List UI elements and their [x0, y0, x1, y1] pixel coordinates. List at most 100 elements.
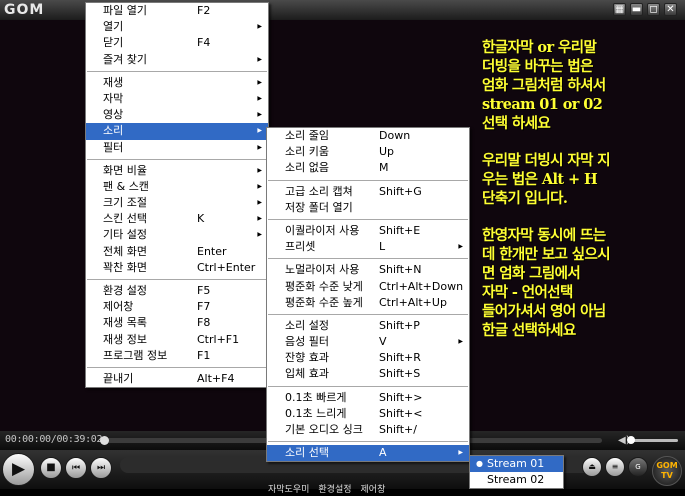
main-menu-item[interactable]: 영상 ▶ — [86, 107, 268, 123]
sound-menu-item[interactable]: 이퀄라이저 사용 Shift+E — [267, 223, 469, 239]
submenu-arrow-icon: ▶ — [257, 23, 262, 31]
main-menu-item[interactable]: 팬 & 스캔 ▶ — [86, 179, 268, 195]
eject-button[interactable]: ⏏ — [582, 457, 602, 477]
main-menu-item[interactable]: 전체 화면 Enter — [86, 244, 268, 260]
subtitle-line: 면 엄화 그림에서 — [482, 265, 581, 282]
minimize-button[interactable]: ▬ — [630, 3, 643, 16]
sound-menu-item[interactable]: 소리 선택 A ▶ — [267, 445, 469, 462]
sound-menu-item[interactable]: 소리 없음 M — [267, 160, 469, 176]
gomtv-button[interactable]: GOM TV — [652, 456, 682, 486]
sound-menu-item[interactable]: 소리 키움 Up — [267, 144, 469, 160]
menu-item-shortcut: K — [197, 212, 205, 226]
subtitle-gap — [482, 133, 682, 151]
submenu-arrow-icon: ▶ — [257, 94, 262, 102]
menu-item-shortcut: F2 — [197, 4, 211, 17]
sound-menu-item[interactable]: 평준화 수준 높게 Ctrl+Alt+Up — [267, 295, 469, 311]
menu-item-label: 프리셋 — [285, 240, 316, 254]
subtitle-line: 한글자막 or 우리말 — [482, 39, 597, 56]
menu-item-label: 프로그램 정보 — [103, 348, 168, 362]
main-menu-item[interactable]: 크기 조절 ▶ — [86, 195, 268, 211]
gom-menu-button[interactable]: G — [628, 457, 648, 477]
main-menu-item[interactable]: 닫기 F4 — [86, 35, 268, 51]
menu-item-label: 즐겨 찾기 — [103, 52, 147, 66]
menu-item-label: 꽉찬 화면 — [103, 260, 147, 274]
next-button[interactable]: ⏭ — [90, 457, 112, 479]
main-menu-item[interactable]: 열기 ▶ — [86, 19, 268, 35]
submenu-arrow-icon: ▶ — [257, 111, 262, 119]
subtitle-gap — [482, 208, 682, 226]
main-menu-item[interactable]: 환경 설정 F5 — [86, 283, 268, 299]
menu-item-label: 영상 — [103, 108, 124, 122]
volume-handle[interactable] — [627, 436, 635, 444]
subtitle-line: 우리말 더빙시 자막 지 — [482, 152, 611, 169]
eject-icon: ⏏ — [588, 462, 596, 471]
menu-item-shortcut: Ctrl+F1 — [197, 332, 240, 346]
main-menu-item[interactable]: 재생 목록 F8 — [86, 315, 268, 331]
logo-text: GOM — [4, 2, 45, 18]
sound-menu-item[interactable]: 0.1초 빠르게 Shift+> — [267, 390, 469, 406]
main-menu-item[interactable]: 재생 ▶ — [86, 75, 268, 91]
main-menu-item[interactable]: 프로그램 정보 F1 — [86, 348, 268, 364]
main-menu-item[interactable]: 끝내기 Alt+F4 — [86, 371, 268, 387]
menu-item-shortcut: Shift+E — [379, 223, 421, 237]
sound-menu-item[interactable]: 잔향 효과 Shift+R — [267, 350, 469, 366]
sound-menu-item[interactable]: 입체 효과 Shift+S — [267, 366, 469, 382]
menu-button[interactable]: ≡ — [605, 457, 625, 477]
sound-select-submenu: Stream 01 ● Stream 02 — [469, 455, 564, 489]
menu-item-label: 전체 화면 — [103, 244, 147, 258]
sound-menu-item[interactable]: 소리 설정 Shift+P — [267, 318, 469, 334]
menu-item-shortcut: Shift+P — [379, 318, 420, 332]
sound-menu-item[interactable]: 고급 소리 캡쳐 Shift+G — [267, 184, 469, 200]
preferences-link[interactable]: 환경설정 — [318, 485, 351, 495]
stop-button[interactable]: ■ — [40, 457, 62, 479]
menu-separator — [87, 70, 267, 72]
subtitle-helper-link[interactable]: 자막도우미 — [268, 485, 309, 495]
submenu-arrow-icon: ▶ — [257, 78, 262, 86]
main-menu-item[interactable]: 기타 설정 ▶ — [86, 227, 268, 243]
main-menu-item[interactable]: 필터 ▶ — [86, 140, 268, 156]
sound-menu-item[interactable]: 평준화 수준 낮게 Ctrl+Alt+Down — [267, 279, 469, 295]
maximize-button[interactable]: ◻ — [647, 3, 660, 16]
playlist-toggle-button[interactable]: ▦ — [613, 3, 626, 16]
main-menu-item[interactable]: 화면 비율 ▶ — [86, 163, 268, 179]
menu-item-label: 이퀄라이저 사용 — [285, 223, 360, 237]
menu-item-shortcut: Ctrl+Enter — [197, 260, 256, 274]
menu-item-label: 크기 조절 — [103, 196, 147, 210]
sound-menu-item[interactable]: 프리셋 L ▶ — [267, 239, 469, 255]
sound-menu-item[interactable]: 노멀라이저 사용 Shift+N — [267, 262, 469, 278]
volume-slider[interactable] — [630, 439, 678, 442]
sound-menu-item[interactable]: 기본 오디오 싱크 Shift+/ — [267, 422, 469, 438]
main-menu-item[interactable]: 제어창 F7 — [86, 299, 268, 315]
gomtv-logo: GOM TV — [656, 461, 678, 480]
main-menu-item[interactable]: 파일 열기 F2 — [86, 3, 268, 19]
menu-separator — [268, 441, 468, 443]
menu-item-label: 재생 정보 — [103, 332, 147, 346]
main-menu-item[interactable]: 재생 정보 Ctrl+F1 — [86, 332, 268, 348]
main-menu-item[interactable]: 소리 ▶ — [86, 123, 268, 140]
close-button[interactable]: ✕ — [664, 3, 677, 16]
menu-item-label: 소리 키움 — [285, 145, 329, 159]
main-menu-item[interactable]: 즐겨 찾기 ▶ — [86, 52, 268, 68]
stream-menu-item[interactable]: Stream 01 ● — [470, 456, 563, 473]
sound-menu-item[interactable]: 소리 줄임 Down — [267, 128, 469, 144]
seek-handle[interactable] — [100, 436, 109, 445]
sound-menu-item[interactable]: 0.1초 느리게 Shift+< — [267, 406, 469, 422]
menu-item-label: 노멀라이저 사용 — [285, 263, 360, 277]
main-menu-item[interactable]: 자막 ▶ — [86, 91, 268, 107]
stream-menu-item[interactable]: Stream 02 — [470, 472, 563, 488]
previous-button[interactable]: ⏮ — [65, 457, 87, 479]
menu-item-label: 필터 — [103, 140, 124, 154]
menu-item-label: 평준화 수준 높게 — [285, 295, 363, 309]
menu-item-label: 자막 — [103, 91, 124, 105]
subtitle-line: 엄화 그림처럼 하셔서 — [482, 77, 606, 94]
menu-item-label: 스킨 선택 — [103, 212, 147, 226]
menu-item-label: 소리 설정 — [285, 318, 329, 332]
sound-menu-item[interactable]: 음성 필터 V ▶ — [267, 334, 469, 350]
menu-item-shortcut: L — [379, 240, 386, 254]
play-button[interactable]: ▶ — [2, 453, 35, 486]
sound-menu-item[interactable]: 저장 폴더 열기 — [267, 200, 469, 216]
main-menu-item[interactable]: 꽉찬 화면 Ctrl+Enter — [86, 260, 268, 276]
submenu-arrow-icon: ▶ — [257, 127, 262, 135]
main-menu-item[interactable]: 스킨 선택 K ▶ — [86, 211, 268, 227]
control-panel-link[interactable]: 제어창 — [361, 485, 386, 495]
